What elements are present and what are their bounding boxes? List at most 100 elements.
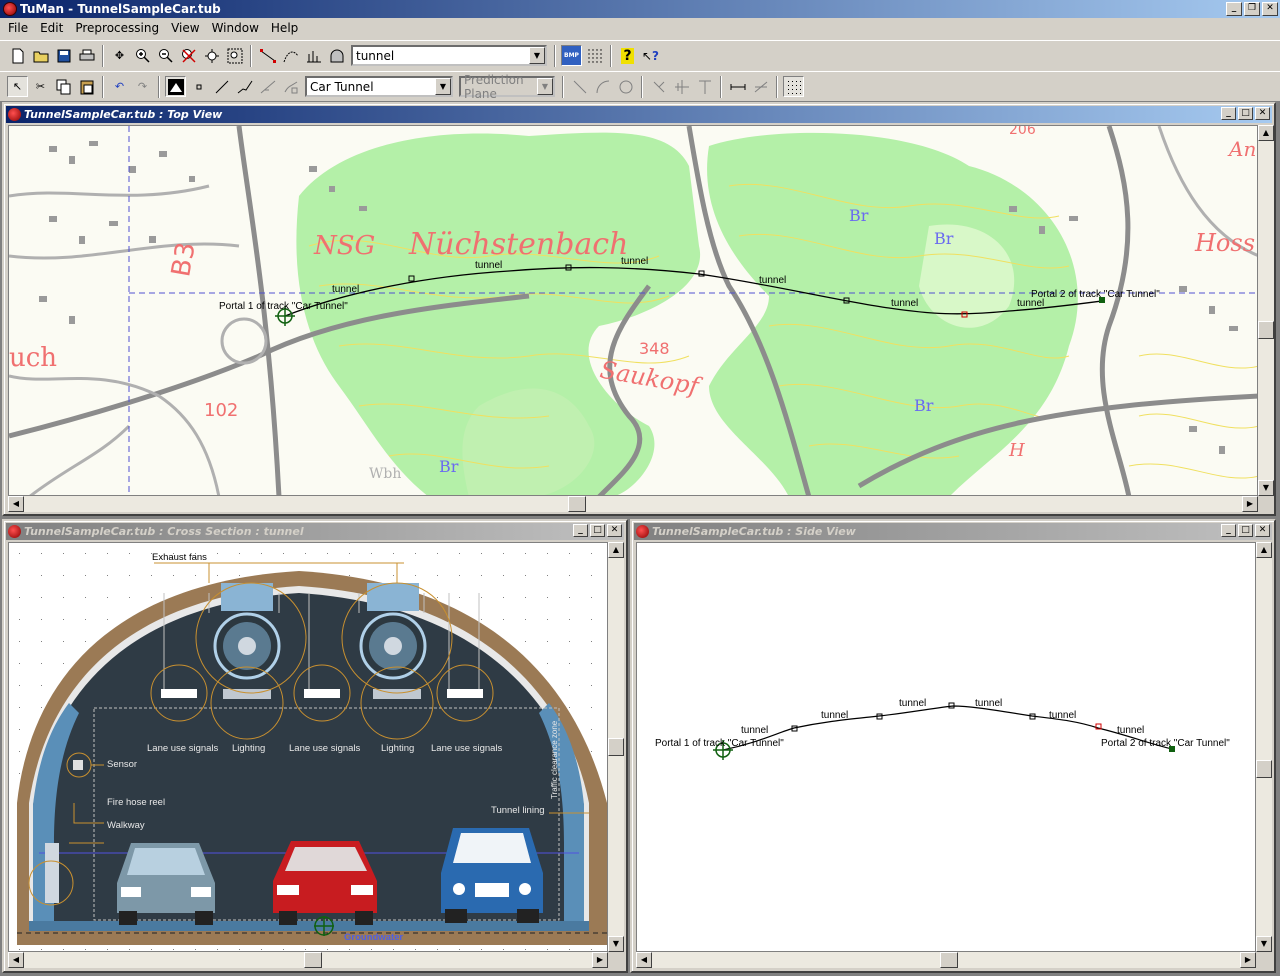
point-tool-icon[interactable]	[188, 76, 209, 97]
scroll-up-icon[interactable]: ▲	[1258, 125, 1274, 141]
chevron-down-icon[interactable]: ▼	[529, 47, 545, 64]
profile-tool-icon[interactable]	[303, 45, 324, 66]
scroll-thumb[interactable]	[1256, 760, 1272, 778]
top-view-titlebar[interactable]: TunnelSampleCar.tub : Top View _ □ ✕	[6, 106, 1272, 123]
scroll-left-icon[interactable]: ◀	[8, 952, 24, 968]
restore-button[interactable]: ❐	[1244, 2, 1260, 16]
grid-dot	[261, 949, 262, 950]
side-view-vscroll[interactable]: ▲ ▼	[1256, 542, 1272, 952]
measure-distance-icon[interactable]	[727, 76, 748, 97]
scroll-right-icon[interactable]: ▶	[1242, 496, 1258, 512]
grid-dot	[393, 575, 394, 576]
menu-window[interactable]: Window	[206, 21, 265, 35]
track-tool-icon[interactable]	[257, 45, 278, 66]
transform-tool-icon[interactable]	[280, 76, 301, 97]
pan-icon[interactable]: ✥	[109, 45, 130, 66]
maximize-button[interactable]: □	[590, 524, 605, 537]
zoom-extent-icon[interactable]	[224, 45, 245, 66]
scroll-thumb[interactable]	[1258, 321, 1274, 339]
circle-segment-icon[interactable]	[615, 76, 636, 97]
scroll-thumb[interactable]	[568, 496, 586, 512]
scroll-up-icon[interactable]: ▲	[1256, 542, 1272, 558]
zoom-out-icon[interactable]	[155, 45, 176, 66]
arc-segment-icon[interactable]	[592, 76, 613, 97]
new-file-icon[interactable]	[7, 45, 28, 66]
chevron-down-icon[interactable]: ▼	[435, 78, 451, 95]
close-button[interactable]: ✕	[607, 524, 622, 537]
snap-point-icon[interactable]	[648, 76, 669, 97]
minimize-button[interactable]: _	[1221, 107, 1236, 120]
scroll-left-icon[interactable]: ◀	[8, 496, 24, 512]
scroll-right-icon[interactable]: ▶	[1240, 952, 1256, 968]
help-icon[interactable]: ?	[617, 45, 638, 66]
side-view-canvas[interactable]: Portal 1 of track "Car Tunnel" Portal 2 …	[636, 542, 1256, 952]
chevron-down-icon[interactable]: ▼	[537, 78, 553, 95]
scroll-left-icon[interactable]: ◀	[636, 952, 652, 968]
menu-view[interactable]: View	[165, 21, 205, 35]
slope-tool-icon[interactable]	[257, 76, 278, 97]
open-folder-icon[interactable]	[30, 45, 51, 66]
side-view-titlebar[interactable]: TunnelSampleCar.tub : Side View _ □ ✕	[634, 523, 1272, 540]
cross-section-canvas[interactable]: Exhaust fans Lane use signals Lighting L…	[8, 542, 608, 952]
grid-dot	[591, 751, 592, 752]
scroll-thumb[interactable]	[940, 952, 958, 968]
scroll-thumb[interactable]	[304, 952, 322, 968]
menu-help[interactable]: Help	[265, 21, 304, 35]
cross-section-vscroll[interactable]: ▲ ▼	[608, 542, 624, 952]
minimize-button[interactable]: _	[573, 524, 588, 537]
side-view-hscroll[interactable]: ◀ ▶	[636, 952, 1256, 968]
scroll-thumb[interactable]	[608, 738, 624, 756]
maximize-button[interactable]: □	[1238, 524, 1253, 537]
redo-icon[interactable]: ↷	[132, 76, 153, 97]
snap-cross-icon[interactable]	[671, 76, 692, 97]
tunnel-shape-icon[interactable]	[326, 45, 347, 66]
cross-section-hscroll[interactable]: ◀ ▶	[8, 952, 608, 968]
context-help-icon[interactable]: ↖?	[640, 45, 661, 66]
copy-icon[interactable]	[53, 76, 74, 97]
minimize-button[interactable]: _	[1226, 2, 1242, 16]
grid-dot	[19, 685, 20, 686]
cut-icon[interactable]: ✂	[30, 76, 51, 97]
snap-perpendicular-icon[interactable]	[694, 76, 715, 97]
object-select[interactable]: Car Tunnel ▼	[305, 76, 453, 97]
scroll-down-icon[interactable]: ▼	[1258, 480, 1274, 496]
top-view-canvas[interactable]: Nüchstenbach NSG B3 uch Hoss An 102 206 …	[8, 125, 1258, 496]
print-icon[interactable]	[76, 45, 97, 66]
grid-snap-icon[interactable]	[783, 76, 804, 97]
plane-select[interactable]: Prediction Plane ▼	[459, 73, 555, 101]
close-button[interactable]: ✕	[1255, 107, 1270, 120]
menu-edit[interactable]: Edit	[34, 21, 69, 35]
toolbar-separator	[158, 75, 160, 98]
scroll-down-icon[interactable]: ▼	[608, 936, 624, 952]
undo-icon[interactable]: ↶	[109, 76, 130, 97]
zoom-in-icon[interactable]	[132, 45, 153, 66]
scroll-down-icon[interactable]: ▼	[1256, 936, 1272, 952]
top-view-hscroll[interactable]: ◀ ▶	[8, 496, 1258, 512]
select-arrow-icon[interactable]: ↖	[7, 76, 28, 97]
measure-angle-icon[interactable]	[750, 76, 771, 97]
cross-section-titlebar[interactable]: TunnelSampleCar.tub : Cross Section : tu…	[6, 523, 624, 540]
maximize-button[interactable]: □	[1238, 107, 1253, 120]
label-walkway: Walkway	[107, 820, 145, 831]
grid-icon[interactable]	[584, 45, 605, 66]
close-button[interactable]: ✕	[1255, 524, 1270, 537]
paste-icon[interactable]	[76, 76, 97, 97]
curve-tool-icon[interactable]	[280, 45, 301, 66]
zoom-window-icon[interactable]	[201, 45, 222, 66]
straight-segment-icon[interactable]	[569, 76, 590, 97]
bmp-toggle-button[interactable]: BMP	[561, 45, 582, 66]
zoom-cancel-icon[interactable]	[178, 45, 199, 66]
toolbar-separator	[720, 75, 722, 98]
minimize-button[interactable]: _	[1221, 524, 1236, 537]
close-button[interactable]: ✕	[1262, 2, 1278, 16]
track-select[interactable]: tunnel ▼	[351, 45, 547, 66]
top-view-vscroll[interactable]: ▲ ▼	[1258, 125, 1274, 496]
menu-file[interactable]: File	[2, 21, 34, 35]
scroll-right-icon[interactable]: ▶	[592, 952, 608, 968]
polyline-tool-icon[interactable]	[234, 76, 255, 97]
save-icon[interactable]	[53, 45, 74, 66]
line-tool-icon[interactable]	[211, 76, 232, 97]
terrain-icon[interactable]	[165, 76, 186, 97]
scroll-up-icon[interactable]: ▲	[608, 542, 624, 558]
menu-preprocessing[interactable]: Preprocessing	[69, 21, 165, 35]
